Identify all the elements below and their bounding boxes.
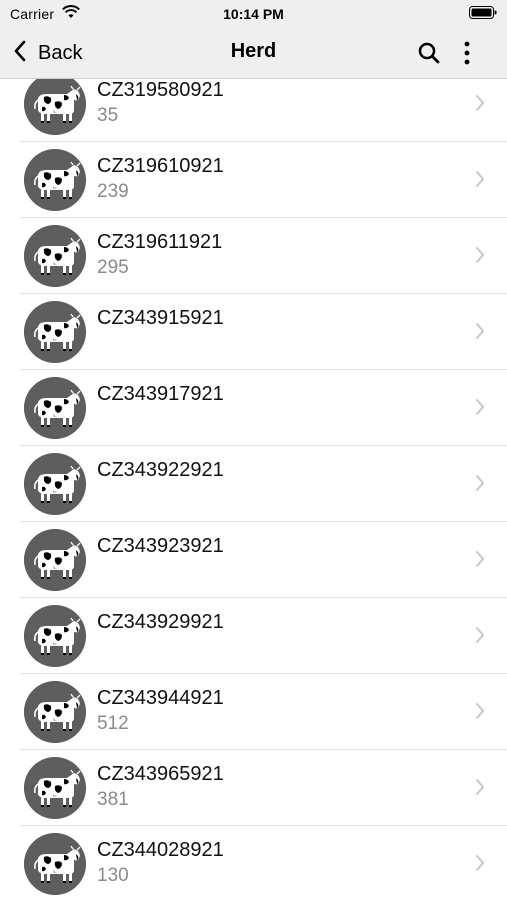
- search-button[interactable]: [417, 41, 441, 65]
- animal-row[interactable]: CZ343929921: [20, 598, 507, 674]
- chevron-right-icon: [475, 474, 485, 492]
- chevron-right-icon: [475, 398, 485, 416]
- cow-avatar-icon: [24, 529, 86, 591]
- cow-avatar-icon: [24, 149, 86, 211]
- animal-id: CZ343965921: [97, 763, 224, 785]
- animal-row[interactable]: CZ344028921 130: [20, 826, 507, 900]
- chevron-right-icon: [475, 854, 485, 872]
- battery-icon: [469, 6, 497, 19]
- cow-avatar-icon: [24, 225, 86, 287]
- animal-id: CZ343917921: [97, 383, 224, 405]
- cow-avatar-icon: [24, 757, 86, 819]
- chevron-right-icon: [475, 94, 485, 112]
- animal-row[interactable]: CZ319580921 35: [20, 79, 507, 142]
- herd-list-content: CZ319580921 35 CZ319610921 239 CZ3196119…: [0, 79, 507, 900]
- animal-row[interactable]: CZ343922921: [20, 446, 507, 522]
- animal-id: CZ319610921: [97, 155, 224, 177]
- animal-row[interactable]: CZ319611921 295: [20, 218, 507, 294]
- chevron-right-icon: [475, 246, 485, 264]
- cow-avatar-icon: [24, 453, 86, 515]
- animal-id: CZ319580921: [97, 79, 224, 101]
- clock: 10:14 PM: [223, 6, 284, 22]
- chevron-right-icon: [475, 626, 485, 644]
- chevron-right-icon: [475, 702, 485, 720]
- animal-id: CZ343929921: [97, 611, 224, 633]
- animal-id: CZ343915921: [97, 307, 224, 329]
- chevron-right-icon: [475, 778, 485, 796]
- animal-id: CZ343923921: [97, 535, 224, 557]
- cow-avatar-icon: [24, 833, 86, 895]
- animal-id: CZ344028921: [97, 839, 224, 861]
- cow-avatar-icon: [24, 79, 86, 135]
- animal-id: CZ343922921: [97, 459, 224, 481]
- animal-number: 130: [97, 865, 129, 886]
- search-icon: [417, 42, 441, 69]
- cow-avatar-icon: [24, 681, 86, 743]
- more-button[interactable]: [461, 40, 473, 66]
- animal-id: CZ319611921: [97, 231, 223, 253]
- animal-number: 381: [97, 789, 129, 810]
- cow-avatar-icon: [24, 377, 86, 439]
- animal-number: 295: [97, 257, 129, 278]
- animal-number: 239: [97, 181, 129, 202]
- animal-row[interactable]: CZ343965921 381: [20, 750, 507, 826]
- more-vertical-icon: [461, 41, 473, 70]
- cow-avatar-icon: [24, 301, 86, 363]
- animal-row[interactable]: CZ319610921 239: [20, 142, 507, 218]
- animal-row[interactable]: CZ343915921: [20, 294, 507, 370]
- animal-row[interactable]: CZ343944921 512: [20, 674, 507, 750]
- chevron-right-icon: [475, 170, 485, 188]
- chevron-right-icon: [475, 322, 485, 340]
- chevron-right-icon: [475, 550, 485, 568]
- status-bar: Carrier 10:14 PM: [0, 0, 507, 28]
- animal-number: 35: [97, 105, 119, 126]
- animal-number: 512: [97, 713, 129, 734]
- animal-row[interactable]: CZ343917921: [20, 370, 507, 446]
- navigation-bar: Back Herd: [0, 28, 507, 79]
- cow-avatar-icon: [24, 605, 86, 667]
- animal-row[interactable]: CZ343923921: [20, 522, 507, 598]
- herd-list[interactable]: CZ319580921 35 CZ319610921 239 CZ3196119…: [0, 79, 507, 900]
- animal-id: CZ343944921: [97, 687, 224, 709]
